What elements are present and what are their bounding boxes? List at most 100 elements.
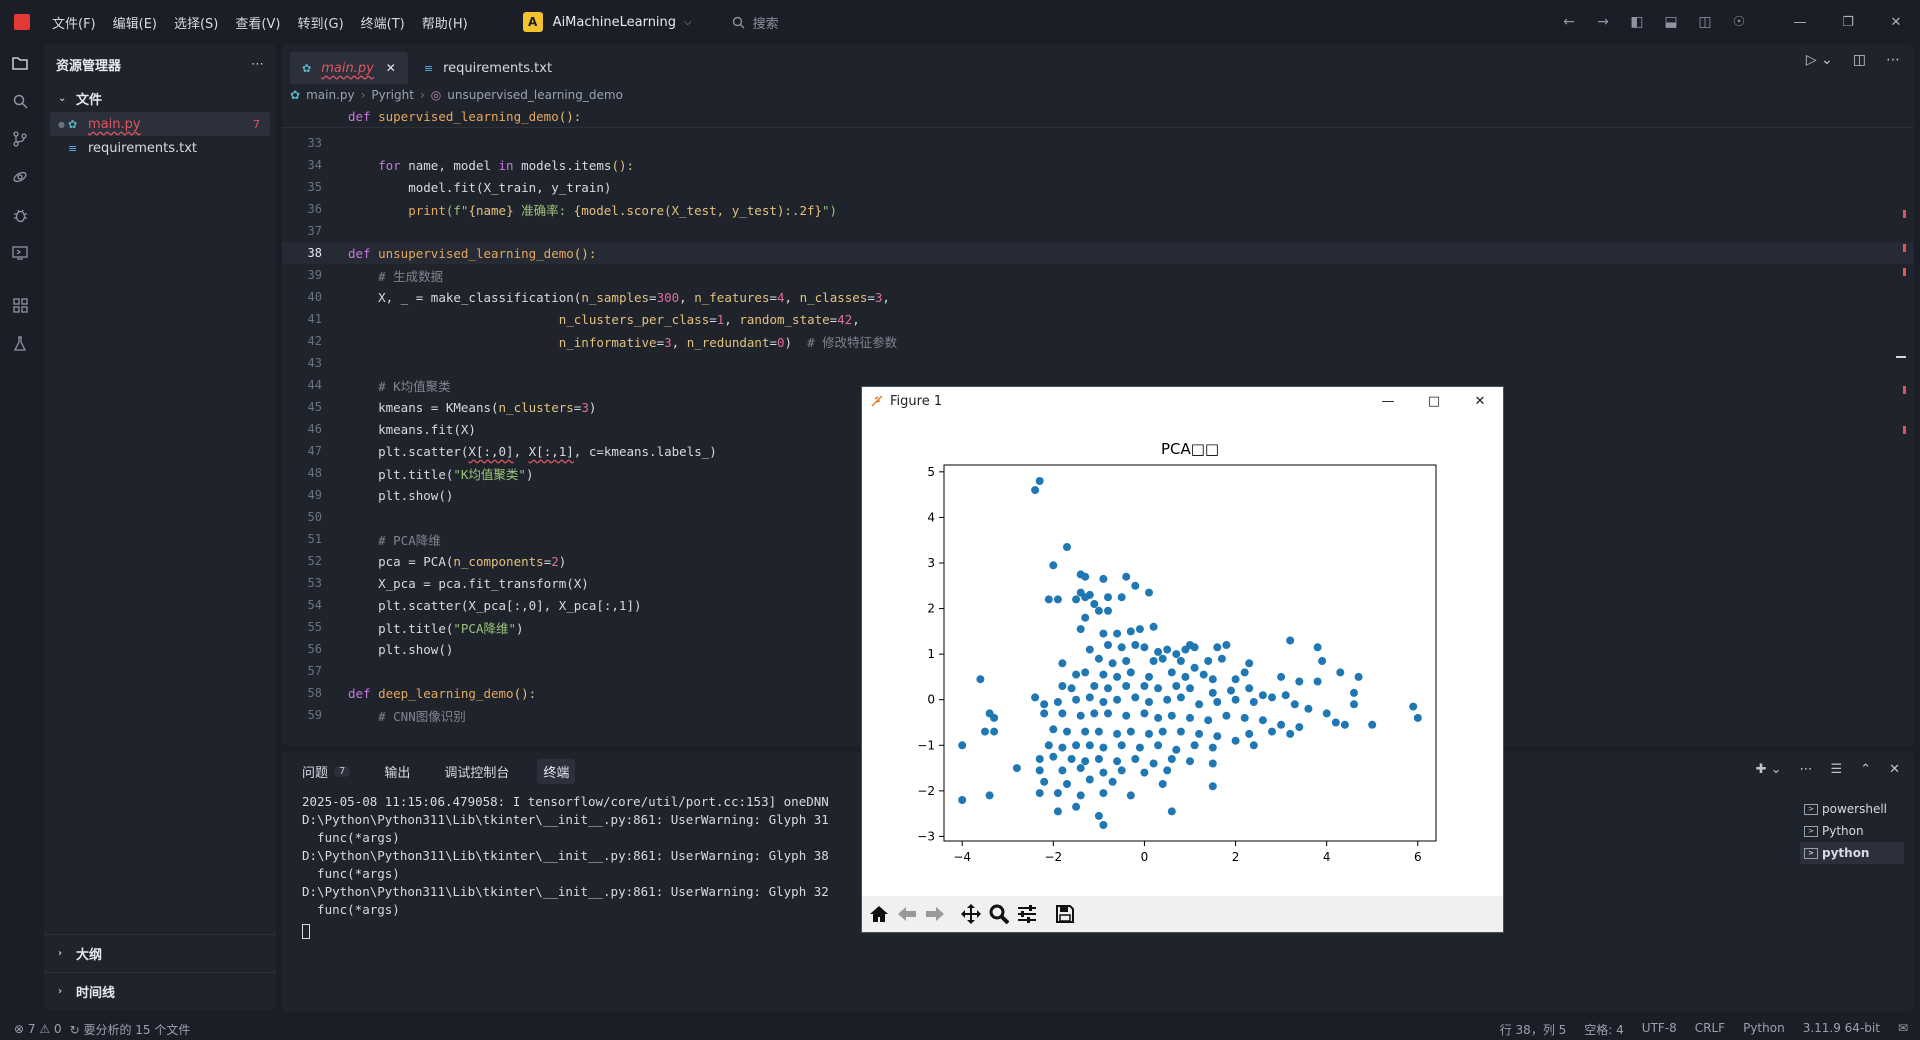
scatter-point: [1076, 764, 1085, 773]
code-line[interactable]: 37: [282, 220, 1914, 242]
toggle-panel-icon[interactable]: ⬓: [1654, 7, 1688, 37]
code-line[interactable]: 39 # 生成数据: [282, 264, 1914, 286]
menu-goto[interactable]: 转到(G): [297, 13, 343, 32]
close-icon[interactable]: ✕: [1457, 387, 1503, 415]
menu-help[interactable]: 帮助(H): [422, 13, 468, 32]
minimize-icon[interactable]: —: [1776, 0, 1824, 44]
explorer-title: 资源管理器: [56, 58, 122, 74]
code-line[interactable]: 43: [282, 352, 1914, 374]
run-icon[interactable]: ▷ ⌄: [1806, 52, 1833, 68]
scatter-chart[interactable]: PCA□□ −4 −2 0 2 4 6 −3 −2 −1 0 1 2 3 4 5: [862, 415, 1503, 895]
code-line[interactable]: 34 for name, model in models.items():: [282, 154, 1914, 176]
configure-subplots-icon[interactable]: [1014, 901, 1040, 927]
testing-icon[interactable]: [0, 324, 40, 362]
section-outline[interactable]: › 大纲: [44, 934, 276, 972]
code-line[interactable]: 33: [282, 132, 1914, 154]
notifications-icon[interactable]: ✉: [1898, 1021, 1908, 1038]
breadcrumb-lang[interactable]: Pyright: [371, 88, 414, 102]
code-line[interactable]: 41 n_clusters_per_class=1, random_state=…: [282, 308, 1914, 330]
tab-output[interactable]: 输出: [378, 759, 416, 784]
new-terminal-icon[interactable]: ✚ ⌄: [1756, 762, 1782, 777]
more-actions-icon[interactable]: ⋯: [251, 57, 264, 72]
remote-icon[interactable]: [0, 158, 40, 196]
minimize-icon[interactable]: —: [1365, 387, 1411, 415]
home-icon[interactable]: [866, 901, 892, 927]
tab-debug-console[interactable]: 调试控制台: [438, 759, 515, 784]
language-mode[interactable]: Python: [1743, 1021, 1785, 1038]
terminal-item-python-active[interactable]: > python: [1800, 842, 1904, 864]
breadcrumb-symbol[interactable]: unsupervised_learning_demo: [447, 88, 623, 102]
breadcrumb-file[interactable]: main.py: [306, 88, 355, 102]
extensions-icon[interactable]: [0, 286, 40, 324]
terminal-item-powershell[interactable]: > powershell: [1800, 798, 1904, 820]
indentation[interactable]: 空格: 4: [1584, 1021, 1624, 1038]
account-icon[interactable]: ☉: [1722, 7, 1756, 37]
file-item-main-py[interactable]: ● ✿ main.py 7: [50, 112, 270, 136]
app-logo-icon: [14, 14, 30, 30]
search-input[interactable]: 搜索: [732, 13, 779, 32]
overview-ruler[interactable]: [1896, 164, 1906, 644]
line-ending[interactable]: CRLF: [1695, 1021, 1725, 1038]
maximize-panel-icon[interactable]: ⌃: [1860, 762, 1871, 777]
sticky-scroll-header[interactable]: def supervised_learning_demo():: [282, 106, 1914, 128]
save-icon[interactable]: [1052, 901, 1078, 927]
file-item-requirements[interactable]: ≡ requirements.txt: [44, 136, 276, 160]
close-panel-icon[interactable]: ✕: [1889, 762, 1900, 777]
menu-terminal[interactable]: 终端(T): [361, 13, 405, 32]
split-editor-icon[interactable]: ◫: [1853, 52, 1866, 68]
menu-edit[interactable]: 编辑(E): [113, 13, 157, 32]
problems-status[interactable]: ⊗ 7 ⚠ 0: [14, 1022, 62, 1036]
back-arrow-icon[interactable]: ←: [1552, 7, 1586, 37]
encoding[interactable]: UTF-8: [1642, 1021, 1677, 1038]
terminal-settings-icon[interactable]: ☰: [1831, 762, 1843, 777]
code-line[interactable]: 40 X, _ = make_classification(n_samples=…: [282, 286, 1914, 308]
menu-file[interactable]: 文件(F): [52, 13, 96, 32]
debug-icon[interactable]: [0, 196, 40, 234]
back-icon[interactable]: [894, 901, 920, 927]
cursor-position[interactable]: 行 38，列 5: [1500, 1021, 1567, 1038]
remote-explorer-icon[interactable]: [0, 234, 40, 272]
forward-icon[interactable]: [922, 901, 948, 927]
terminal-icon: >: [1804, 847, 1818, 859]
toggle-secondary-sidebar-icon[interactable]: ◫: [1688, 7, 1722, 37]
scatter-point: [1140, 709, 1149, 718]
scatter-point: [1099, 789, 1108, 798]
scatter-point: [1072, 670, 1081, 679]
tab-main-py[interactable]: ✿ main.py ✕: [290, 52, 408, 84]
scatter-point: [1154, 647, 1163, 656]
restore-icon[interactable]: ❐: [1824, 0, 1872, 44]
project-selector[interactable]: A AiMachineLearning ⌵: [522, 9, 692, 35]
menu-selection[interactable]: 选择(S): [174, 13, 218, 32]
forward-arrow-icon[interactable]: →: [1586, 7, 1620, 37]
section-files[interactable]: ⌄ 文件: [44, 84, 276, 112]
tab-terminal[interactable]: 终端: [537, 758, 576, 784]
scatter-point: [990, 727, 999, 736]
y-tick-label: 1: [927, 647, 935, 661]
more-actions-icon[interactable]: ⋯: [1800, 762, 1813, 777]
menu-view[interactable]: 查看(V): [235, 13, 280, 32]
code-line[interactable]: 42 n_informative=3, n_redundant=0) # 修改特…: [282, 330, 1914, 352]
close-icon[interactable]: ✕: [1872, 0, 1920, 44]
tab-requirements[interactable]: ≡ requirements.txt: [412, 52, 564, 84]
code-line[interactable]: 36 print(f"{name} 准确率: {model.score(X_te…: [282, 198, 1914, 220]
toggle-sidebar-icon[interactable]: ◧: [1620, 7, 1654, 37]
scatter-point: [1044, 741, 1053, 750]
interpreter-version[interactable]: 3.11.9 64-bit: [1803, 1021, 1880, 1038]
scatter-point: [1104, 606, 1112, 615]
maximize-icon[interactable]: □: [1411, 387, 1457, 415]
problem-count-badge: 7: [253, 117, 260, 131]
tab-problems[interactable]: 问题 7: [296, 759, 356, 784]
analysis-status[interactable]: ↻ 要分析的 15 个文件: [70, 1021, 191, 1038]
x-tick-label: 6: [1414, 850, 1422, 864]
code-line[interactable]: 35 model.fit(X_train, y_train): [282, 176, 1914, 198]
explorer-icon[interactable]: [0, 44, 40, 82]
pan-icon[interactable]: [958, 901, 984, 927]
source-control-icon[interactable]: [0, 120, 40, 158]
more-actions-icon[interactable]: ⋯: [1886, 52, 1900, 68]
code-line-current[interactable]: 38 def unsupervised_learning_demo():: [282, 242, 1914, 264]
zoom-icon[interactable]: [986, 901, 1012, 927]
close-icon[interactable]: ✕: [386, 61, 396, 75]
section-timeline[interactable]: › 时间线: [44, 972, 276, 1010]
terminal-item-python[interactable]: > Python: [1800, 820, 1904, 842]
search-icon[interactable]: [0, 82, 40, 120]
